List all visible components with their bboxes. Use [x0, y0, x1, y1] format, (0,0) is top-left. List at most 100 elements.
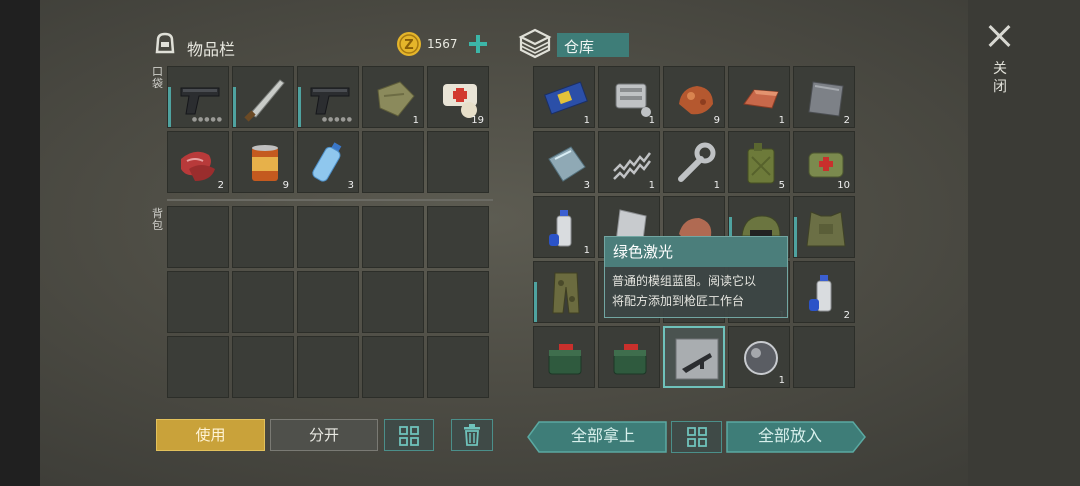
storage-slot[interactable] — [663, 326, 725, 388]
close-icon[interactable] — [986, 22, 1014, 50]
item-quantity: 3 — [347, 180, 354, 191]
put-all-button[interactable]: 全部放入 — [727, 421, 853, 453]
rating-dots: ●●●●● — [321, 116, 353, 123]
storage-slot[interactable] — [793, 196, 855, 258]
backpack-slot[interactable] — [232, 206, 294, 268]
backpack-slot[interactable] — [297, 206, 359, 268]
explosive-icon — [548, 344, 582, 375]
storage-slot[interactable] — [793, 326, 855, 388]
blueprint-icon — [675, 338, 719, 380]
item-quantity: 1 — [412, 115, 419, 126]
pocket-slot[interactable]: 1 — [362, 66, 424, 128]
durability-bar — [534, 282, 537, 322]
storage-title: 仓库 — [564, 38, 595, 56]
item-quantity: 19 — [471, 115, 484, 126]
backpack-grid — [167, 206, 489, 398]
storage-slot[interactable]: 1 — [728, 326, 790, 388]
storage-slot[interactable] — [533, 326, 595, 388]
pocket-slot[interactable]: 2 — [167, 131, 229, 193]
backpack-slot[interactable] — [232, 336, 294, 398]
item-quantity: 1 — [648, 180, 655, 191]
pistol-icon — [310, 87, 350, 115]
backpack-slot[interactable] — [362, 271, 424, 333]
storage-slot[interactable] — [598, 326, 660, 388]
durability-bar — [794, 217, 797, 257]
inventory-title: 物品栏 — [187, 40, 236, 59]
storage-slot[interactable]: 3 — [533, 131, 595, 193]
storage-slot[interactable]: 2 — [793, 261, 855, 323]
pocket-slot[interactable] — [232, 66, 294, 128]
tooltip-line-2: 将配方添加到枪匠工作台 — [612, 294, 745, 308]
backpack-slot[interactable] — [297, 271, 359, 333]
close-label: 关闭 — [993, 61, 1007, 95]
item-quantity: 9 — [713, 115, 720, 126]
pocket-slot[interactable]: 3 — [297, 131, 359, 193]
durability-bar — [233, 87, 236, 127]
item-quantity: 1 — [583, 245, 590, 256]
storage-slot[interactable]: 5 — [728, 131, 790, 193]
backpack-slot[interactable] — [427, 271, 489, 333]
storage-slot[interactable]: 1 — [663, 131, 725, 193]
tooltip-title: 绿色激光 — [605, 237, 787, 267]
storage-slot[interactable]: 1 — [533, 196, 595, 258]
pocket-divider — [167, 199, 493, 201]
backpack-slot[interactable] — [362, 336, 424, 398]
grid-sort-icon — [686, 427, 707, 447]
durability-bar — [298, 87, 301, 127]
item-quantity: 2 — [843, 115, 850, 126]
left-edge-bar — [0, 0, 40, 486]
backpack-slot[interactable] — [427, 336, 489, 398]
storage-slot[interactable]: 2 — [793, 66, 855, 128]
tooltip-line-1: 普通的模组蓝图。阅读它以 — [612, 274, 757, 288]
sort-grid-button[interactable] — [384, 419, 434, 451]
storage-slot[interactable]: 1 — [598, 66, 660, 128]
storage-slot[interactable]: 1 — [728, 66, 790, 128]
pocket-slot[interactable]: 19 — [427, 66, 489, 128]
rating-dots: ●●●●● — [191, 116, 223, 123]
storage-slot[interactable]: 9 — [663, 66, 725, 128]
coin-balance: 1567 — [427, 37, 458, 51]
item-quantity: 10 — [837, 180, 850, 191]
game-screen: 关闭 物品栏 Z 1567 口袋 背包 ●●●●● ●●●●● 1 19 2 9 3 仓库 … — [0, 0, 1080, 486]
backpack-slot[interactable] — [362, 206, 424, 268]
pocket-slot[interactable] — [362, 131, 424, 193]
item-quantity: 1 — [583, 115, 590, 126]
pocket-slot[interactable]: 9 — [232, 131, 294, 193]
item-quantity: 5 — [778, 180, 785, 191]
grid-sort-icon — [399, 426, 419, 446]
backpack-label: 背包 — [152, 207, 163, 232]
split-button[interactable]: 分开 — [270, 419, 378, 451]
storage-slot[interactable] — [533, 261, 595, 323]
storage-grid: 119123115101121 — [533, 66, 855, 399]
backpack-slot[interactable] — [297, 336, 359, 398]
item-quantity: 3 — [583, 180, 590, 191]
durability-bar — [168, 87, 171, 127]
storage-title-tab: 仓库 — [557, 33, 629, 57]
coin-icon: Z — [397, 32, 421, 56]
backpack-slot[interactable] — [232, 271, 294, 333]
add-coins-plus-icon[interactable] — [468, 34, 488, 54]
pocket-slot[interactable]: ●●●●● — [167, 66, 229, 128]
item-quantity: 9 — [282, 180, 289, 191]
storage-slot[interactable]: 1 — [598, 131, 660, 193]
backpack-slot[interactable] — [167, 206, 229, 268]
storage-slot[interactable]: 10 — [793, 131, 855, 193]
item-quantity: 1 — [648, 115, 655, 126]
take-all-button[interactable]: 全部拿上 — [540, 421, 666, 453]
trash-button[interactable] — [451, 419, 493, 451]
item-quantity: 2 — [843, 310, 850, 321]
item-quantity: 1 — [778, 375, 785, 386]
explosive-icon — [613, 344, 647, 375]
backpack-slot[interactable] — [167, 336, 229, 398]
pocket-slot[interactable]: ●●●●● — [297, 66, 359, 128]
storage-sort-grid-button[interactable] — [671, 421, 722, 453]
right-side-panel — [968, 0, 1080, 486]
pocket-label: 口袋 — [152, 65, 163, 90]
item-tooltip: 绿色激光 普通的模组蓝图。阅读它以 将配方添加到枪匠工作台 — [604, 236, 788, 318]
machete-icon — [244, 79, 285, 122]
storage-slot[interactable]: 1 — [533, 66, 595, 128]
backpack-slot[interactable] — [167, 271, 229, 333]
pocket-slot[interactable] — [427, 131, 489, 193]
use-button[interactable]: 使用 — [156, 419, 265, 451]
backpack-slot[interactable] — [427, 206, 489, 268]
